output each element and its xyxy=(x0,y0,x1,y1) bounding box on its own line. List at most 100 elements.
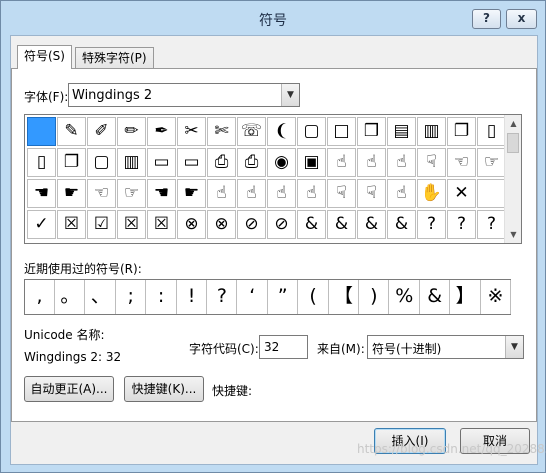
symbol-cell[interactable]: ▣ xyxy=(297,148,326,177)
shortcut-key-label: 快捷键: xyxy=(212,384,253,398)
recent-symbol-cell[interactable]: ‘ xyxy=(238,280,268,314)
symbol-cell[interactable]: ? xyxy=(477,210,506,239)
symbol-cell[interactable]: ☝ xyxy=(387,179,416,208)
recent-symbol-cell[interactable]: 】 xyxy=(451,280,481,314)
symbol-cell[interactable]: & xyxy=(327,210,356,239)
symbol-cell[interactable]: ☒ xyxy=(57,210,86,239)
symbol-cell[interactable]: ✒ xyxy=(147,117,176,146)
symbol-cell[interactable] xyxy=(27,117,56,146)
symbol-cell[interactable]: ▥ xyxy=(417,117,446,146)
symbol-cell[interactable]: ☝ xyxy=(387,148,416,177)
scrollbar-thumb[interactable] xyxy=(507,133,519,153)
symbol-cell[interactable]: ❨ xyxy=(267,117,296,146)
recent-symbol-cell[interactable]: ! xyxy=(177,280,207,314)
symbol-cell[interactable]: & xyxy=(387,210,416,239)
symbol-cell[interactable]: ☟ xyxy=(417,148,446,177)
symbol-cell[interactable]: ❐ xyxy=(57,148,86,177)
symbol-cell[interactable]: ☝ xyxy=(297,179,326,208)
symbol-cell[interactable]: ✎ xyxy=(57,117,86,146)
symbol-cell[interactable]: ⎙ xyxy=(237,148,266,177)
symbol-cell[interactable]: & xyxy=(357,210,386,239)
symbol-cell[interactable]: ▭ xyxy=(177,148,206,177)
symbol-cell[interactable]: ☛ xyxy=(57,179,86,208)
symbol-cell[interactable]: ▢ xyxy=(297,117,326,146)
font-dropdown[interactable]: Wingdings 2 ▼ xyxy=(68,83,300,107)
symbol-cell[interactable]: ▯ xyxy=(477,117,506,146)
scroll-up-icon[interactable]: ▲ xyxy=(505,115,522,132)
symbol-cell[interactable]: ☒ xyxy=(147,210,176,239)
symbol-cell[interactable]: ☒ xyxy=(117,210,146,239)
font-label: 字体(F): xyxy=(24,90,69,104)
symbol-cell[interactable]: ☑ xyxy=(87,210,116,239)
symbol-cell[interactable]: ☜ xyxy=(87,179,116,208)
symbol-cell[interactable]: ☟ xyxy=(357,179,386,208)
autocorrect-button[interactable]: 自动更正(A)... xyxy=(24,376,114,402)
symbol-cell[interactable]: ☏ xyxy=(237,117,266,146)
recent-symbol-cell[interactable]: & xyxy=(420,280,451,314)
recent-symbol-cell[interactable]: ” xyxy=(268,280,299,314)
symbol-cell[interactable]: □ xyxy=(327,117,356,146)
symbol-cell[interactable]: ? xyxy=(417,210,446,239)
symbol-cell[interactable]: ☝ xyxy=(327,148,356,177)
symbol-cell[interactable]: ⊗ xyxy=(177,210,206,239)
symbol-cell[interactable]: ❒ xyxy=(357,117,386,146)
symbol-cell[interactable]: ☚ xyxy=(27,179,56,208)
recent-symbol-cell[interactable]: ; xyxy=(116,280,147,314)
symbol-cell[interactable]: ▢ xyxy=(87,148,116,177)
symbol-cell[interactable]: ? xyxy=(447,210,476,239)
recent-symbol-cell[interactable]: ( xyxy=(299,280,329,314)
symbol-cell[interactable]: ✓ xyxy=(27,210,56,239)
symbol-cell[interactable]: ⊘ xyxy=(237,210,266,239)
tab-symbols[interactable]: 符号(S) xyxy=(17,45,72,69)
symbol-cell[interactable]: ✕ xyxy=(447,179,476,208)
symbol-cell[interactable]: ⊘ xyxy=(267,210,296,239)
symbol-cell[interactable]: & xyxy=(297,210,326,239)
from-label: 来自(M): xyxy=(317,342,365,356)
recent-symbols: ,。、;:!? ‘”(【)% &】 ※ xyxy=(24,279,511,315)
symbol-cell[interactable]: ▭ xyxy=(147,148,176,177)
symbol-cell[interactable]: ▤ xyxy=(387,117,416,146)
scroll-down-icon[interactable]: ▼ xyxy=(505,226,522,243)
symbol-cell[interactable]: ☟ xyxy=(327,179,356,208)
recent-symbol-cell[interactable]: % xyxy=(390,280,420,314)
unicode-name-label: Unicode 名称: xyxy=(24,328,105,342)
symbol-cell[interactable]: ▥ xyxy=(117,148,146,177)
symbol-cell[interactable]: ⎙ xyxy=(207,148,236,177)
symbol-cell[interactable]: ✂ xyxy=(177,117,206,146)
symbol-cell[interactable]: ⊗ xyxy=(207,210,236,239)
recent-symbol-cell[interactable]: ? xyxy=(207,280,238,314)
recent-symbol-cell[interactable]: 、 xyxy=(86,280,116,314)
recent-symbol-cell[interactable]: 【 xyxy=(329,280,359,314)
symbol-cell[interactable]: ✋ xyxy=(417,179,446,208)
tab-special-characters[interactable]: 特殊字符(P) xyxy=(75,47,154,69)
symbol-cell[interactable]: ☝ xyxy=(267,179,296,208)
symbol-cell[interactable]: ▯ xyxy=(27,148,56,177)
symbol-cell[interactable]: ☝ xyxy=(207,179,236,208)
symbol-cell[interactable]: ☜ xyxy=(447,148,476,177)
close-button[interactable]: x xyxy=(506,9,537,29)
symbol-cell[interactable]: ☚ xyxy=(147,179,176,208)
recent-symbol-cell[interactable]: ※ xyxy=(481,280,511,314)
shortcut-key-button[interactable]: 快捷键(K)... xyxy=(124,376,204,402)
from-dropdown[interactable]: 符号(十进制) ▼ xyxy=(367,335,524,359)
char-code-input[interactable]: 32 xyxy=(259,335,308,359)
chevron-down-icon[interactable]: ▼ xyxy=(281,84,299,106)
recent-symbol-cell[interactable]: , xyxy=(25,280,55,314)
symbol-cell[interactable]: ✄ xyxy=(207,117,236,146)
symbol-cell[interactable]: ☞ xyxy=(477,148,506,177)
recent-symbol-cell[interactable]: ) xyxy=(359,280,390,314)
recent-symbol-cell[interactable]: : xyxy=(147,280,177,314)
recent-symbol-cell[interactable]: 。 xyxy=(55,280,86,314)
symbol-cell[interactable]: ◉ xyxy=(267,148,296,177)
symbol-grid-scrollbar[interactable]: ▲ ▼ xyxy=(504,115,521,243)
symbol-cell[interactable]: ✏ xyxy=(117,117,146,146)
symbol-cell[interactable]: ☛ xyxy=(177,179,206,208)
symbol-cell[interactable]: ☞ xyxy=(117,179,146,208)
symbol-cell[interactable]: ☝ xyxy=(237,179,266,208)
symbol-cell[interactable] xyxy=(477,179,506,208)
symbol-cell[interactable]: ✐ xyxy=(87,117,116,146)
symbol-cell[interactable]: ☝ xyxy=(357,148,386,177)
symbol-cell[interactable]: ❐ xyxy=(447,117,476,146)
help-button[interactable]: ? xyxy=(472,9,501,29)
chevron-down-icon[interactable]: ▼ xyxy=(505,336,523,358)
